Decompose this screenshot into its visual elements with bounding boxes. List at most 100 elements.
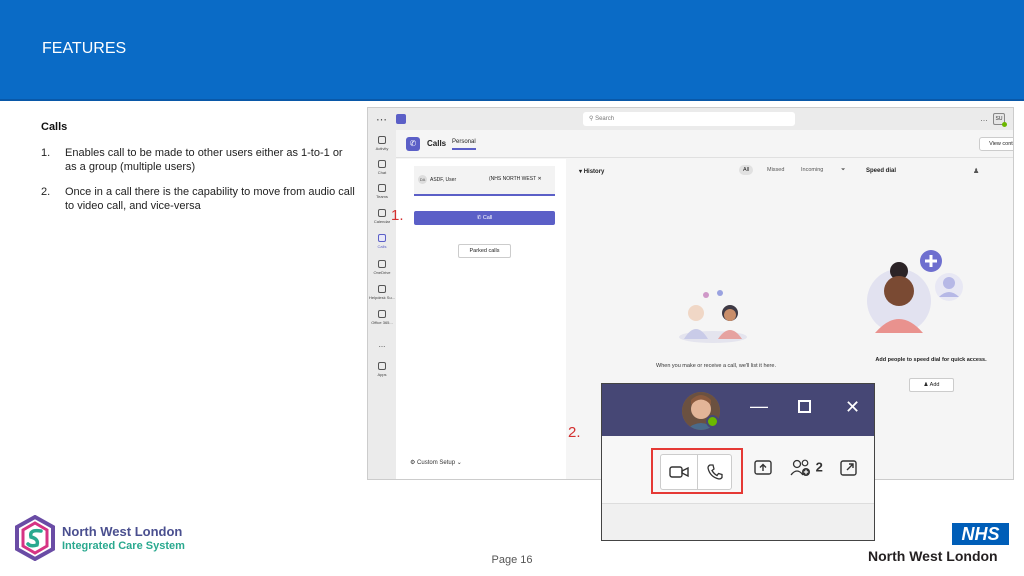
- feature-text: Once in a call there is the capability t…: [65, 186, 355, 212]
- more-icon: ...: [378, 340, 386, 349]
- feature-item: 2. Once in a call there is the capabilit…: [41, 185, 356, 213]
- share-screen-icon: [754, 460, 772, 475]
- history-title: ▾ History: [579, 169, 605, 175]
- video-call-button[interactable]: [661, 455, 697, 489]
- history-illustration: [679, 290, 747, 343]
- parked-calls-button[interactable]: Parked calls: [458, 244, 511, 258]
- add-label: Add: [929, 382, 940, 388]
- calls-phone-icon: ✆: [406, 137, 420, 151]
- bell-icon: [378, 136, 386, 144]
- section-heading: Calls: [41, 121, 68, 133]
- feature-text: Enables call to be made to other users e…: [65, 147, 343, 173]
- slide: FEATURES Calls 1. Enables call to be mad…: [0, 0, 1024, 576]
- custom-setup-link[interactable]: ⚙ Custom Setup ⌄: [410, 459, 462, 466]
- add-people-icon[interactable]: ♟: [973, 167, 979, 175]
- rail-item-activity[interactable]: Activity: [368, 136, 396, 151]
- rail-label: Calls: [377, 244, 387, 249]
- view-contacts-button[interactable]: View contacts: [979, 137, 1013, 151]
- teams-icon: [378, 184, 386, 192]
- rail-label: Helpdesk Su...: [368, 295, 395, 300]
- rail-item-helpdesk[interactable]: Helpdesk Su...: [368, 285, 396, 300]
- rail-item-apps[interactable]: Apps: [368, 362, 396, 377]
- phone-icon: [707, 464, 723, 480]
- org-subtitle: Integrated Care System: [62, 540, 185, 552]
- custom-setup-label: Custom Setup: [417, 460, 456, 466]
- audio-call-button[interactable]: [697, 455, 733, 489]
- contact-org: (NHS NORTH WEST ✕: [489, 176, 542, 182]
- feature-item: 1. Enables call to be made to other user…: [41, 146, 356, 174]
- cloud-icon: [378, 260, 386, 268]
- available-status-icon: [706, 415, 719, 428]
- rail-item-onedrive[interactable]: OneDrive: [368, 260, 396, 275]
- more-options-icon[interactable]: …: [980, 114, 988, 123]
- tab-incoming[interactable]: Incoming: [797, 165, 827, 175]
- participants-count: 2: [815, 459, 823, 475]
- phone-icon: [378, 234, 386, 242]
- filter-icon[interactable]: ⏷: [837, 165, 849, 176]
- speed-dial-pane: Speed dial ♟ Add people to speed dial fo…: [856, 159, 1013, 479]
- call-button[interactable]: ✆ Call: [414, 211, 555, 225]
- rail-item-chat[interactable]: Chat: [368, 160, 396, 175]
- call-button-label: Call: [482, 215, 493, 221]
- search-placeholder: Search: [595, 116, 615, 122]
- teams-top-bar: ⋯ ⚲ Search … SU: [368, 108, 1013, 130]
- chat-icon: [378, 160, 386, 168]
- rail-label: Apps: [377, 372, 387, 377]
- org-name: North West London: [62, 524, 183, 539]
- speed-dial-add-button[interactable]: ♟ Add: [909, 378, 954, 392]
- rail-item-more[interactable]: ...: [368, 340, 396, 349]
- speed-dial-title: Speed dial: [866, 168, 897, 174]
- calendar-icon: [378, 209, 386, 217]
- feature-number: 1.: [41, 147, 51, 159]
- app-launcher-icon[interactable]: ⋯: [376, 113, 387, 126]
- pop-out-button[interactable]: [839, 458, 859, 478]
- rail-label: Office 365...: [371, 320, 393, 325]
- marker-two: 2.: [568, 424, 581, 441]
- pop-out-icon: [840, 460, 857, 476]
- contact-org-text: (NHS NORTH WEST: [489, 176, 537, 182]
- headset-icon: [378, 285, 386, 293]
- search-input[interactable]: ⚲ Search: [583, 112, 795, 126]
- tab-personal[interactable]: Personal: [452, 139, 476, 150]
- rail-item-calls[interactable]: Calls: [368, 234, 396, 249]
- remove-icon[interactable]: ✕: [537, 176, 541, 182]
- marker-one: 1.: [391, 207, 404, 224]
- office-icon: [378, 310, 386, 318]
- speed-dial-illustration: [867, 250, 963, 333]
- contact-name: ASDF, User: [430, 177, 457, 183]
- presence-status-icon: [1002, 122, 1007, 127]
- video-audio-toggle: [660, 454, 732, 490]
- calls-header: ✆ Calls Personal View contacts: [396, 130, 1013, 158]
- call-window-titlebar: — ✕: [602, 384, 874, 436]
- close-icon[interactable]: ✕: [845, 397, 860, 418]
- share-screen-button[interactable]: [753, 458, 773, 478]
- video-camera-icon: [669, 466, 689, 478]
- rail-label: Teams: [376, 194, 388, 199]
- header-bar: FEATURES: [0, 0, 1024, 101]
- participants-button[interactable]: 2: [790, 458, 826, 480]
- feature-number: 2.: [41, 186, 51, 198]
- maximize-icon[interactable]: [798, 400, 811, 413]
- rail-label: Calendar: [373, 219, 391, 224]
- apps-icon: [378, 362, 386, 370]
- rail-label: OneDrive: [373, 270, 391, 275]
- slide-title: FEATURES: [42, 40, 127, 57]
- calls-title: Calls: [427, 139, 447, 148]
- tab-missed[interactable]: Missed: [763, 165, 788, 175]
- people-add-icon: [790, 459, 810, 476]
- nhs-logo: NHS: [952, 523, 1009, 545]
- feature-list: 1. Enables call to be made to other user…: [41, 146, 356, 224]
- dial-pane: DA ASDF, User (NHS NORTH WEST ✕ ✆ Call Pa…: [396, 159, 566, 479]
- history-title-text: History: [583, 169, 605, 175]
- history-empty-text: When you make or receive a call, we'll l…: [656, 363, 776, 369]
- dial-input[interactable]: DA ASDF, User (NHS NORTH WEST ✕: [414, 166, 555, 196]
- contact-chip[interactable]: DA ASDF, User: [418, 175, 456, 184]
- contact-initials: DA: [418, 175, 427, 184]
- rail-item-teams[interactable]: Teams: [368, 184, 396, 199]
- minimize-icon[interactable]: —: [750, 396, 768, 417]
- rail-label: Activity: [375, 146, 389, 151]
- rail-item-office[interactable]: Office 365...: [368, 310, 396, 325]
- teams-logo-icon: [396, 114, 406, 124]
- tab-all[interactable]: All: [739, 165, 754, 175]
- nhs-region-name: North West London: [868, 548, 998, 564]
